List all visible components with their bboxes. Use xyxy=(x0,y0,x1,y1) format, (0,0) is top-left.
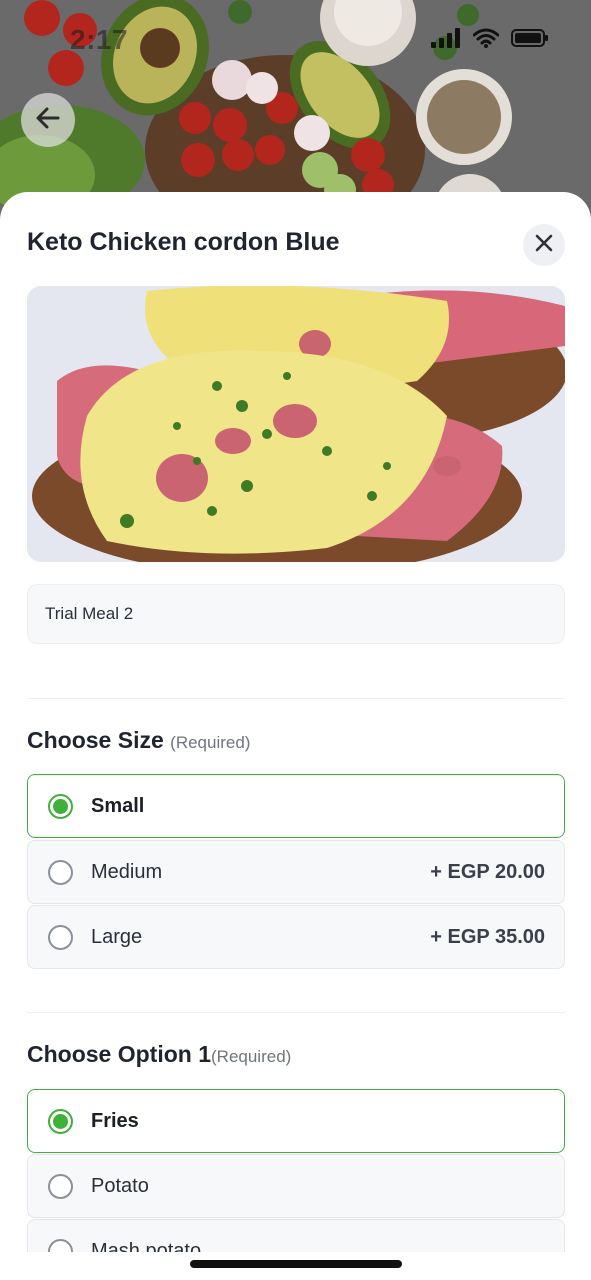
meal-image xyxy=(27,286,565,562)
home-indicator xyxy=(190,1260,402,1268)
option-price: + EGP 20.00 xyxy=(430,860,545,883)
option1-potato[interactable]: Potato xyxy=(27,1154,565,1218)
back-button[interactable] xyxy=(21,93,75,147)
size-option-large[interactable]: Large + EGP 35.00 xyxy=(27,905,565,969)
radio-selected-icon xyxy=(48,1108,73,1134)
option-label: Fries xyxy=(91,1109,139,1132)
radio-unselected-icon xyxy=(48,924,73,950)
option1-section-heading: Choose Option 1 xyxy=(27,1041,211,1067)
close-button[interactable] xyxy=(523,224,565,266)
option-label: Potato xyxy=(91,1174,149,1197)
battery-icon xyxy=(511,28,549,53)
status-icons xyxy=(431,28,549,53)
meal-description-text: Trial Meal 2 xyxy=(45,604,134,623)
option-label: Medium xyxy=(91,860,163,883)
size-option-small[interactable]: Small xyxy=(27,774,565,838)
radio-unselected-icon xyxy=(48,1173,73,1199)
option1-required-label: (Required) xyxy=(211,1047,292,1066)
divider xyxy=(27,698,565,699)
size-section-heading: Choose Size xyxy=(27,727,164,753)
meal-title: Keto Chicken cordon Blue xyxy=(27,228,340,256)
status-bar: 2:17 xyxy=(0,0,591,80)
close-icon xyxy=(535,234,553,257)
option-label: Large xyxy=(91,925,143,948)
radio-unselected-icon xyxy=(48,859,73,885)
wifi-icon xyxy=(472,28,500,53)
signal-icon xyxy=(431,28,461,53)
size-required-label: (Required) xyxy=(170,733,251,752)
radio-selected-icon xyxy=(48,793,73,819)
size-section-title: Choose Size (Required) xyxy=(27,727,250,754)
option-label: Small xyxy=(91,794,145,817)
option1-section-title: Choose Option 1(Required) xyxy=(27,1041,291,1068)
option-price: + EGP 35.00 xyxy=(430,925,545,948)
divider xyxy=(27,1012,565,1013)
meal-details-sheet: Keto Chicken cordon Blue Trial Meal 2 Ch… xyxy=(0,192,591,1280)
status-time: 2:17 xyxy=(70,24,129,55)
meal-description: Trial Meal 2 xyxy=(27,584,565,644)
size-option-medium[interactable]: Medium + EGP 20.00 xyxy=(27,840,565,904)
option1-fries[interactable]: Fries xyxy=(27,1089,565,1153)
arrow-left-icon xyxy=(34,104,62,137)
